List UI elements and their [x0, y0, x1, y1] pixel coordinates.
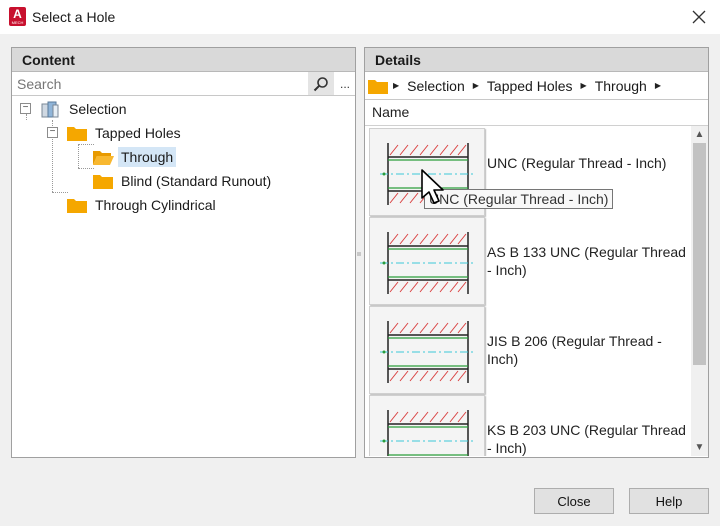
help-button[interactable]: Help [629, 488, 709, 514]
details-panel-header: Details [365, 48, 708, 72]
hole-thumbnail [369, 217, 485, 305]
breadcrumb-arrow-icon[interactable]: ▶ [655, 81, 661, 90]
scroll-down-icon[interactable]: ▼ [691, 439, 708, 456]
collapse-toggle-icon[interactable]: − [20, 103, 31, 114]
tree-label-through: Through [118, 147, 177, 167]
tree-node-blind[interactable]: Blind (Standard Runout) [92, 170, 274, 192]
breadcrumb-item[interactable]: Tapped Holes [487, 78, 573, 94]
tree-node-through[interactable]: Through [92, 146, 177, 168]
tree-connector [26, 114, 27, 120]
catalog-icon [41, 101, 59, 118]
app-icon-sub: MECH [11, 20, 24, 25]
hole-thumbnail [369, 306, 485, 394]
folder-icon[interactable] [367, 77, 389, 95]
tree-node-tapped-holes[interactable]: Tapped Holes [66, 122, 184, 144]
breadcrumb-arrow-icon[interactable]: ▶ [393, 81, 399, 90]
breadcrumb-item[interactable]: Through [595, 78, 647, 94]
list-item-label: AS B 133 UNC (Regular Thread - Inch) [487, 244, 686, 278]
breadcrumb: ▶ Selection ▶ Tapped Holes ▶ Through ▶ [365, 72, 708, 100]
title-bar: A MECH Select a Hole [0, 0, 720, 34]
tree-node-through-cylindrical[interactable]: Through Cylindrical [66, 194, 219, 216]
search-row: ... [12, 72, 355, 96]
search-input[interactable] [12, 72, 308, 95]
tapped-hole-preview-icon [380, 232, 476, 294]
tree-connector [52, 192, 68, 193]
scroll-up-icon[interactable]: ▲ [691, 126, 708, 143]
tree-connector [78, 144, 94, 145]
open-folder-icon [93, 151, 114, 165]
content-tree: − Selection − Tapped Holes Through Blind… [12, 96, 355, 458]
breadcrumb-item[interactable]: Selection [407, 78, 465, 94]
splitter-handle[interactable] [357, 252, 361, 256]
close-window-icon[interactable] [686, 4, 712, 30]
content-panel: Content ... − Selection − [11, 47, 356, 458]
tree-node-selection[interactable]: Selection [40, 98, 130, 120]
list-item[interactable]: JIS B 206 (Regular Thread - Inch) [369, 306, 692, 394]
name-column-header[interactable]: Name [365, 100, 708, 126]
tree-connector [78, 144, 79, 168]
hole-list: UNC (Regular Thread - Inch) AS B 133 UNC… [365, 126, 708, 456]
tree-connector [78, 168, 94, 169]
app-icon-letter: A [13, 7, 22, 21]
window-title: Select a Hole [32, 9, 116, 25]
vertical-scrollbar[interactable]: ▲ ▼ [691, 126, 708, 456]
details-panel: Details ▶ Selection ▶ Tapped Holes ▶ Thr… [364, 47, 709, 458]
breadcrumb-arrow-icon[interactable]: ▶ [473, 81, 479, 90]
more-options-button[interactable]: ... [334, 72, 356, 95]
collapse-toggle-icon[interactable]: − [47, 127, 58, 138]
mouse-pointer-icon [421, 169, 444, 204]
content-panel-header: Content [12, 48, 355, 72]
autocad-app-icon: A MECH [9, 7, 26, 26]
tapped-hole-preview-icon [380, 410, 476, 456]
tapped-hole-preview-icon [380, 321, 476, 383]
folder-icon [93, 175, 113, 189]
search-icon[interactable] [308, 72, 334, 95]
breadcrumb-arrow-icon[interactable]: ▶ [581, 81, 587, 90]
tree-label-through-cylindrical: Through Cylindrical [95, 197, 216, 213]
list-item[interactable]: KS B 203 UNC (Regular Thread - Inch) [369, 395, 692, 456]
tooltip: UNC (Regular Thread - Inch) [424, 189, 614, 209]
list-item-label: KS B 203 UNC (Regular Thread - Inch) [487, 422, 686, 456]
hole-thumbnail [369, 395, 485, 456]
folder-icon [67, 127, 87, 141]
tree-label-selection: Selection [69, 101, 127, 117]
tree-label-tapped-holes: Tapped Holes [95, 125, 181, 141]
list-item-label: JIS B 206 (Regular Thread - Inch) [487, 333, 662, 367]
tree-label-blind: Blind (Standard Runout) [121, 173, 272, 189]
folder-icon [67, 199, 87, 213]
scrollbar-thumb[interactable] [693, 143, 706, 365]
list-item[interactable]: AS B 133 UNC (Regular Thread - Inch) [369, 217, 692, 305]
close-button[interactable]: Close [534, 488, 614, 514]
